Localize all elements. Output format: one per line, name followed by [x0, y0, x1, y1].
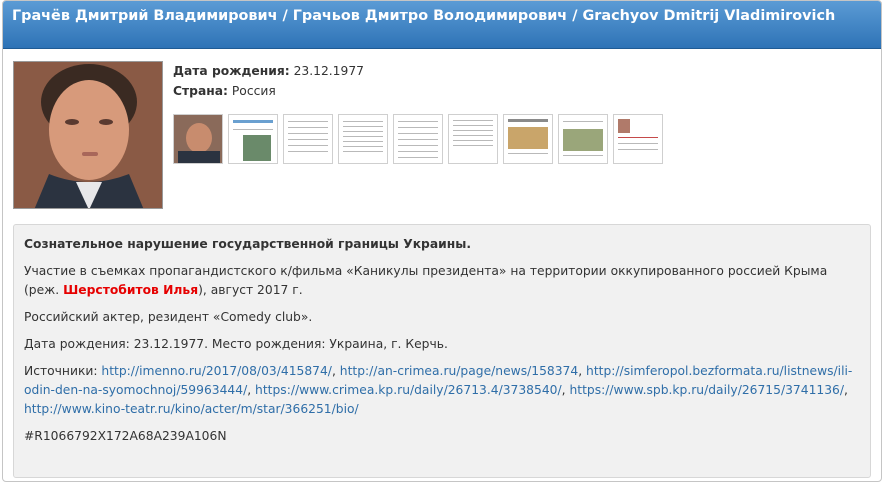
page-title: Грачёв Дмитрий Владимирович / Грачьов Дм… [12, 8, 836, 24]
thumbnail-5[interactable] [393, 114, 443, 164]
source-link-5[interactable]: https://www.spb.kp.ru/daily/26715/374113… [569, 383, 844, 397]
profile-card: Грачёв Дмитрий Владимирович / Грачьов Дм… [2, 0, 882, 482]
thumbnail-2[interactable] [228, 114, 278, 164]
sources-paragraph: Источники: http://imenno.ru/2017/08/03/4… [24, 364, 853, 416]
source-link-6[interactable]: http://www.kino-teatr.ru/kino/acter/m/st… [24, 402, 359, 416]
thumbnail-4[interactable] [338, 114, 388, 164]
country-label: Страна: [173, 84, 228, 98]
portrait-image [14, 62, 162, 208]
sources-label: Источники: [24, 364, 102, 378]
thumbnail-8[interactable] [558, 114, 608, 164]
country-row: Страна: Россия [173, 81, 364, 101]
thumbnail-7[interactable] [503, 114, 553, 164]
source-link-2[interactable]: http://an-crimea.ru/page/news/158374 [340, 364, 578, 378]
birth-date-row: Дата рождения: 23.12.1977 [173, 61, 364, 81]
country-value: Россия [231, 84, 276, 98]
source-link-1[interactable]: http://imenno.ru/2017/08/03/415874/ [101, 364, 332, 378]
thumbnail-6[interactable] [448, 114, 498, 164]
profile-meta: Дата рождения: 23.12.1977 Страна: Россия [173, 61, 364, 101]
director-link[interactable]: Шерстобитов Илья [63, 283, 198, 297]
description-panel: Сознательное нарушение государственной г… [13, 224, 871, 478]
description-paragraph-1: Участие в съемках пропагандистского к/фи… [24, 262, 860, 300]
profile-top: Дата рождения: 23.12.1977 Страна: Россия [13, 61, 873, 211]
record-tag: #R1066792X172A68A239A106N [24, 429, 227, 443]
paragraph-1-text-after: ), август 2017 г. [198, 283, 303, 297]
profile-header: Грачёв Дмитрий Владимирович / Грачьов Дм… [3, 1, 881, 49]
violation-title: Сознательное нарушение государственной г… [24, 237, 472, 251]
description-paragraph-2: Российский актер, резидент «Comedy club»… [24, 310, 313, 324]
thumbnail-9[interactable] [613, 114, 663, 164]
thumbnail-1[interactable] [173, 114, 223, 164]
profile-photo[interactable] [13, 61, 163, 209]
source-link-4[interactable]: https://www.crimea.kp.ru/daily/26713.4/3… [255, 383, 562, 397]
thumbnail-3[interactable] [283, 114, 333, 164]
description-paragraph-3: Дата рождения: 23.12.1977. Место рождени… [24, 337, 448, 351]
birth-date-label: Дата рождения: [173, 64, 290, 78]
birth-date-value: 23.12.1977 [293, 64, 364, 78]
